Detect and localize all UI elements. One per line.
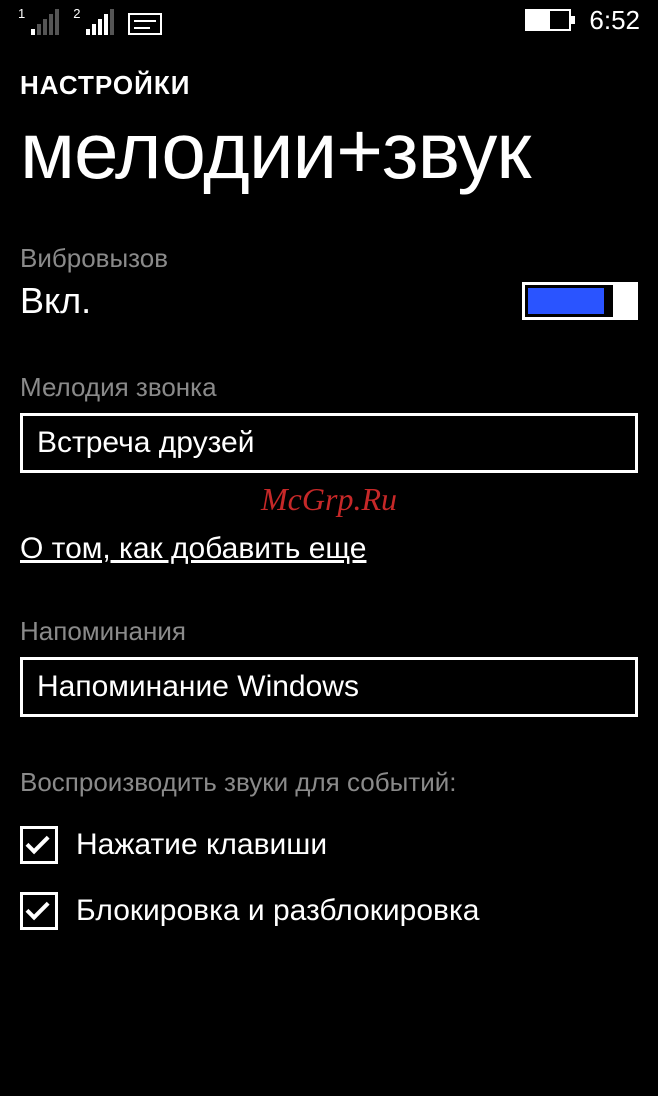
message-icon	[128, 13, 162, 35]
ringtone-label: Мелодия звонка	[20, 372, 638, 403]
checkbox-keypress-label: Нажатие клавиши	[76, 828, 327, 862]
checkbox-lock[interactable]: Блокировка и разблокировка	[20, 892, 638, 930]
breadcrumb: НАСТРОЙКИ	[20, 70, 638, 101]
watermark-text: McGrp.Ru	[20, 481, 638, 518]
sim1-signal: 1	[18, 6, 59, 35]
status-bar: 1 2 6:52	[0, 0, 658, 40]
battery-icon	[525, 9, 571, 31]
vibrate-value-text: Вкл.	[20, 280, 91, 322]
sim2-signal: 2	[73, 6, 114, 35]
checkbox-keypress[interactable]: Нажатие клавиши	[20, 826, 638, 864]
clock: 6:52	[589, 5, 640, 36]
reminders-select[interactable]: Напоминание Windows	[20, 657, 638, 717]
vibrate-label: Вибровызов	[20, 243, 638, 274]
reminders-value: Напоминание Windows	[37, 670, 359, 703]
sim2-label: 2	[73, 6, 80, 21]
ringtone-select[interactable]: Встреча друзей	[20, 413, 638, 473]
status-right: 6:52	[525, 5, 640, 36]
sim1-label: 1	[18, 6, 25, 21]
ringtone-value: Встреча друзей	[37, 426, 255, 459]
checkbox-lock-label: Блокировка и разблокировка	[76, 894, 479, 928]
checkbox-icon	[20, 826, 58, 864]
vibrate-toggle[interactable]	[522, 282, 638, 320]
reminders-label: Напоминания	[20, 616, 638, 647]
status-left: 1 2	[18, 6, 162, 35]
page-title: мелодии+звук	[20, 109, 638, 193]
events-label: Воспроизводить звуки для событий:	[20, 767, 638, 798]
checkbox-icon	[20, 892, 58, 930]
add-more-link[interactable]: О том, как добавить еще	[20, 532, 366, 566]
